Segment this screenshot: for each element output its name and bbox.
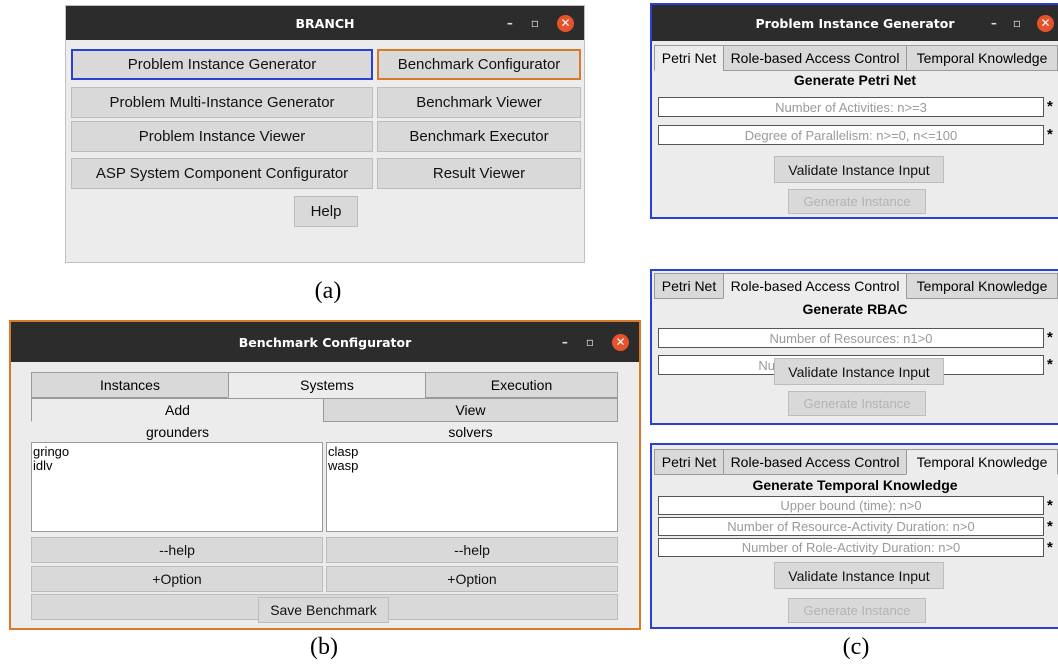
problem-instance-generator-button[interactable]: Problem Instance Generator: [71, 49, 373, 80]
result-viewer-button[interactable]: Result Viewer: [377, 158, 581, 189]
generator-title: Problem Instance Generator: [755, 15, 955, 31]
solvers-label: solvers: [448, 424, 493, 440]
problem-multi-instance-generator-button[interactable]: Problem Multi-Instance Generator: [71, 87, 373, 118]
section-heading: Generate Petri Net: [793, 72, 917, 88]
validate-instance-button[interactable]: Validate Instance Input: [774, 562, 944, 589]
minimize-icon[interactable]: –: [562, 335, 568, 349]
tab-petri-net[interactable]: Petri Net: [654, 449, 724, 475]
grounder-help-button[interactable]: --help: [31, 537, 323, 563]
tab-petri-net[interactable]: Petri Net: [654, 45, 724, 71]
tab-rbac[interactable]: Role-based Access Control: [723, 273, 907, 299]
benchmark-executor-button[interactable]: Benchmark Executor: [377, 121, 581, 152]
required-mark: *: [1047, 329, 1053, 346]
caption-a: (a): [314, 278, 342, 304]
generate-instance-button[interactable]: Generate Instance: [788, 391, 926, 416]
minimize-icon[interactable]: –: [507, 16, 513, 30]
benchmark-window: Benchmark Configurator – ▫ ✕ Instances S…: [9, 320, 641, 630]
tab-petri-net[interactable]: Petri Net: [654, 273, 724, 299]
generator-window-petri: Problem Instance Generator – ▫ ✕ Petri N…: [650, 3, 1058, 219]
maximize-icon[interactable]: ▫: [1013, 16, 1021, 30]
list-item[interactable]: gringo: [33, 445, 321, 459]
solvers-list[interactable]: clasp wasp: [326, 442, 618, 532]
grounders-label: grounders: [145, 424, 210, 440]
close-icon[interactable]: ✕: [612, 333, 629, 351]
tab-rbac[interactable]: Role-based Access Control: [723, 449, 907, 475]
asp-system-component-configurator-button[interactable]: ASP System Component Configurator: [71, 158, 373, 189]
tab-execution[interactable]: Execution: [425, 372, 618, 398]
subtab-view[interactable]: View: [323, 398, 618, 422]
required-mark: *: [1047, 356, 1053, 373]
generator-titlebar: Problem Instance Generator – ▫ ✕: [652, 5, 1058, 41]
generate-instance-button[interactable]: Generate Instance: [788, 189, 926, 214]
section-heading: Generate Temporal Knowledge: [752, 477, 958, 493]
activities-input[interactable]: Number of Activities: n>=3: [658, 97, 1044, 117]
required-mark: *: [1047, 518, 1053, 535]
generator-window-rbac: Petri Net Role-based Access Control Temp…: [650, 269, 1058, 425]
list-item[interactable]: idlv: [33, 459, 321, 473]
section-heading: Generate RBAC: [802, 301, 908, 317]
tab-temporal-knowledge[interactable]: Temporal Knowledge: [906, 449, 1058, 475]
role-activity-input[interactable]: Number of Role-Activity Duration: n>0: [658, 538, 1044, 557]
tab-temporal-knowledge[interactable]: Temporal Knowledge: [906, 45, 1058, 71]
maximize-icon[interactable]: ▫: [531, 16, 539, 30]
grounder-option-button[interactable]: +Option: [31, 566, 323, 592]
branch-titlebar: BRANCH – ▫ ✕: [66, 6, 584, 40]
benchmark-title: Benchmark Configurator: [238, 334, 412, 350]
problem-instance-viewer-button[interactable]: Problem Instance Viewer: [71, 121, 373, 152]
branch-title: BRANCH: [295, 15, 355, 31]
tab-instances[interactable]: Instances: [31, 372, 229, 398]
minimize-icon[interactable]: –: [991, 16, 997, 30]
caption-b: (b): [310, 634, 338, 660]
list-item[interactable]: wasp: [328, 459, 616, 473]
solver-help-button[interactable]: --help: [326, 537, 618, 563]
validate-instance-button[interactable]: Validate Instance Input: [774, 358, 944, 385]
close-icon[interactable]: ✕: [1037, 14, 1054, 32]
parallelism-input[interactable]: Degree of Parallelism: n>=0, n<=100: [658, 125, 1044, 145]
close-icon[interactable]: ✕: [557, 14, 574, 32]
upper-bound-input[interactable]: Upper bound (time): n>0: [658, 496, 1044, 515]
required-mark: *: [1047, 539, 1053, 556]
resources-input[interactable]: Number of Resources: n1>0: [658, 328, 1044, 348]
tab-rbac[interactable]: Role-based Access Control: [723, 45, 907, 71]
resource-activity-input[interactable]: Number of Resource-Activity Duration: n>…: [658, 517, 1044, 536]
required-mark: *: [1047, 497, 1053, 514]
grounders-list[interactable]: gringo idlv: [31, 442, 323, 532]
required-mark: *: [1047, 98, 1053, 115]
solver-option-button[interactable]: +Option: [326, 566, 618, 592]
generate-instance-button[interactable]: Generate Instance: [788, 598, 926, 623]
validate-instance-button[interactable]: Validate Instance Input: [774, 156, 944, 183]
benchmark-configurator-button[interactable]: Benchmark Configurator: [377, 49, 581, 80]
generator-window-temporal: Petri Net Role-based Access Control Temp…: [650, 443, 1058, 629]
save-benchmark-button[interactable]: Save Benchmark: [258, 597, 389, 623]
benchmark-viewer-button[interactable]: Benchmark Viewer: [377, 87, 581, 118]
help-button[interactable]: Help: [294, 196, 358, 227]
maximize-icon[interactable]: ▫: [586, 335, 594, 349]
benchmark-titlebar: Benchmark Configurator – ▫ ✕: [11, 322, 639, 362]
subtab-add[interactable]: Add: [31, 398, 324, 422]
tab-temporal-knowledge[interactable]: Temporal Knowledge: [906, 273, 1058, 299]
branch-window: BRANCH – ▫ ✕ Problem Instance Generator …: [65, 5, 585, 263]
required-mark: *: [1047, 126, 1053, 143]
list-item[interactable]: clasp: [328, 445, 616, 459]
tab-systems[interactable]: Systems: [228, 372, 426, 398]
caption-c: (c): [842, 634, 870, 660]
